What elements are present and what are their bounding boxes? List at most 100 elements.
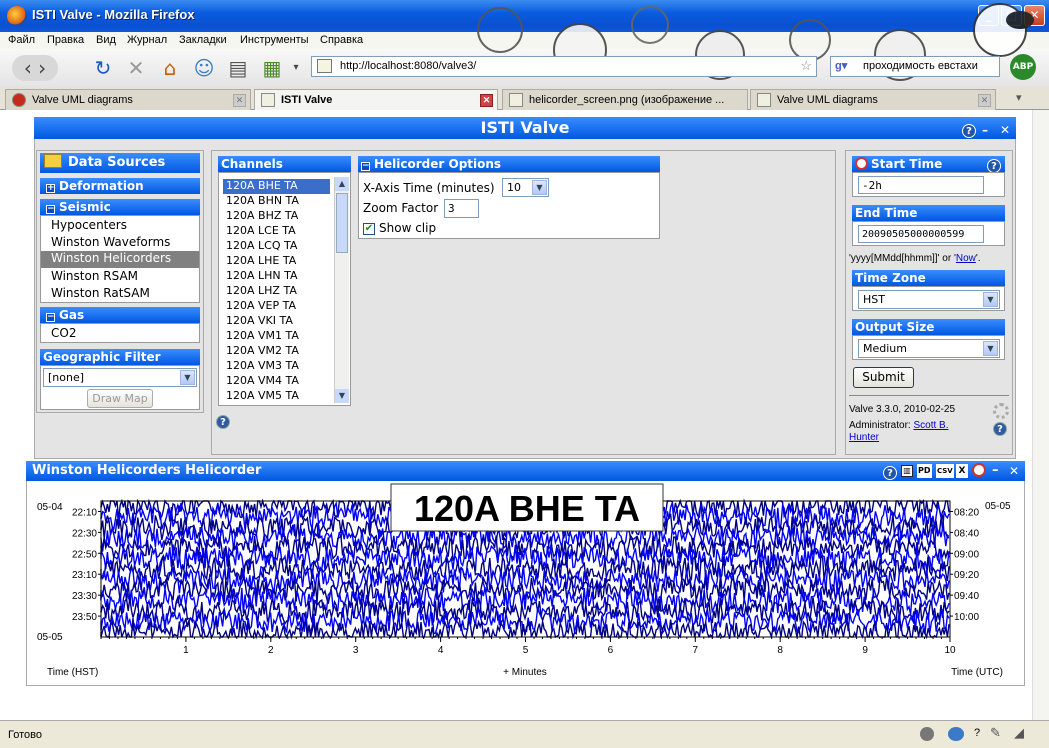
scroll-down-icon[interactable]: ▼ — [335, 389, 349, 403]
channel-item[interactable]: 120A LHZ TA — [223, 284, 297, 297]
source-winston-rsam[interactable]: Winston RSAM — [51, 269, 138, 283]
footer-help-icon[interactable]: ? — [993, 422, 1007, 436]
menu-view[interactable]: Вид — [96, 34, 116, 46]
address-bar[interactable]: http://localhost:8080/valve3/ ☆ — [311, 56, 817, 77]
map-icon[interactable]: ▦ — [259, 55, 285, 81]
channels-help-icon[interactable]: ? — [216, 415, 230, 429]
channel-item[interactable]: 120A LHE TA — [223, 254, 296, 267]
time-zone-select[interactable]: HST ▼ — [858, 290, 1000, 309]
book-icon[interactable]: ▥ — [901, 465, 913, 477]
clock-icon[interactable] — [972, 463, 986, 477]
start-time-input[interactable] — [858, 176, 984, 194]
chevron-down-icon: ▼ — [180, 370, 195, 385]
channel-item[interactable]: 120A BHZ TA — [223, 209, 298, 222]
channel-item[interactable]: 120A VM3 TA — [223, 359, 299, 372]
time-zone-value: HST — [863, 293, 885, 306]
submit-button[interactable]: Submit — [853, 367, 914, 388]
group-seismic[interactable]: − Seismic — [40, 199, 200, 215]
channel-item[interactable]: 120A VM2 TA — [223, 344, 299, 357]
valve-title: ISTI Valve — [480, 118, 570, 137]
geographic-filter-select[interactable]: [none] ▼ — [43, 368, 197, 387]
tab-close-icon[interactable]: ✕ — [233, 94, 246, 107]
tab-isti-valve[interactable]: ISTI Valve ✕ — [254, 89, 498, 111]
home-icon[interactable]: ⌂ — [157, 55, 183, 81]
help-status-icon[interactable]: ? — [974, 727, 980, 739]
source-hypocenters[interactable]: Hypocenters — [51, 218, 127, 232]
help-icon[interactable]: ? — [962, 119, 976, 141]
csv-export-icon[interactable]: CSV — [936, 464, 954, 478]
menu-history[interactable]: Журнал — [127, 34, 167, 46]
menu-bookmarks[interactable]: Закладки — [179, 34, 227, 46]
x-axis-select[interactable]: 10 ▼ — [502, 178, 549, 197]
channel-item[interactable]: 120A VEP TA — [223, 299, 296, 312]
tab-list-icon[interactable]: ▾ — [1016, 91, 1022, 104]
menu-edit[interactable]: Правка — [47, 34, 84, 46]
end-time-input[interactable] — [858, 225, 984, 243]
back-forward-button[interactable]: ‹ › — [12, 55, 58, 81]
tab-valve-uml-1[interactable]: Valve UML diagrams ✕ — [5, 89, 251, 110]
page-scrollbar[interactable] — [1032, 110, 1049, 720]
source-winston-waveforms[interactable]: Winston Waveforms — [51, 235, 170, 249]
helicorder-chart[interactable]: 1 2 3 4 5 6 7 8 9 10 22:10 08:20 22:30 08:40 22:50 09:… — [27, 481, 1024, 685]
source-winston-helicorders[interactable]: Winston Helicorders — [41, 251, 199, 268]
tab-helicorder-png[interactable]: helicorder_screen.png (изображение ... — [502, 89, 748, 110]
group-gas[interactable]: − Gas — [40, 307, 200, 323]
x-axis-label: X-Axis Time (minutes) — [363, 181, 495, 195]
x-tick-label: 9 — [862, 645, 868, 656]
addon-status-icon[interactable] — [920, 727, 934, 741]
pdf-export-icon[interactable]: PD — [917, 464, 932, 478]
tab-valve-uml-2[interactable]: Valve UML diagrams ✕ — [750, 89, 996, 110]
reload-icon[interactable]: ↻ — [90, 55, 116, 81]
minimize-icon[interactable]: – — [992, 461, 999, 481]
channel-item[interactable]: 120A BHE TA — [223, 179, 330, 194]
tools-icon[interactable]: ✎ — [990, 725, 1001, 741]
source-co2[interactable]: CO2 — [51, 326, 76, 340]
tab-close-icon[interactable]: ✕ — [978, 94, 991, 107]
adblock-icon[interactable]: ABP — [1010, 54, 1036, 80]
channel-item[interactable]: 120A VM4 TA — [223, 374, 299, 387]
close-icon[interactable]: ✕ — [1000, 119, 1010, 141]
channel-item[interactable]: 120A LHN TA — [223, 269, 298, 282]
chevron-down-icon[interactable]: ▾ — [290, 55, 302, 81]
channel-item[interactable]: 120A BHN TA — [223, 194, 299, 207]
helicorder-options-header[interactable]: − Helicorder Options — [358, 156, 660, 172]
seismic-list: Hypocenters Winston Waveforms Winston He… — [40, 215, 200, 303]
draw-map-button[interactable]: Draw Map — [87, 389, 153, 408]
group-deformation[interactable]: + Deformation — [40, 178, 200, 194]
addon-icon[interactable]: ☺ — [191, 55, 217, 81]
channels-scrollbar[interactable]: ▲ ▼ — [334, 177, 349, 403]
scroll-up-icon[interactable]: ▲ — [335, 177, 349, 191]
channel-item[interactable]: 120A VM1 TA — [223, 329, 299, 342]
left-axis-label: Time (HST) — [47, 667, 98, 678]
google-icon[interactable]: g▾ — [835, 59, 847, 72]
print-icon[interactable]: ▤ — [225, 55, 251, 81]
xml-export-icon[interactable]: X — [956, 464, 968, 478]
channel-item[interactable]: 120A LCE TA — [223, 224, 296, 237]
menu-file[interactable]: Файл — [8, 34, 35, 46]
tab-favicon — [12, 93, 26, 107]
show-clip-checkbox[interactable]: ✔ — [363, 223, 375, 235]
weather-icon[interactable] — [948, 727, 964, 741]
channels-list[interactable]: 120A BHE TA 120A BHN TA 120A BHZ TA 120A… — [218, 172, 351, 406]
tab-close-icon[interactable]: ✕ — [480, 94, 493, 107]
source-winston-ratsam[interactable]: Winston RatSAM — [51, 286, 150, 300]
channel-item[interactable]: 120A VM5 TA — [223, 389, 299, 402]
now-link[interactable]: Now — [956, 253, 976, 264]
show-clip-label: Show clip — [379, 221, 437, 235]
channel-item[interactable]: 120A LCQ TA — [223, 239, 297, 252]
bookmark-star-icon[interactable]: ☆ — [800, 58, 812, 74]
helicorder-help-icon[interactable]: ? — [883, 463, 897, 483]
minimize-icon[interactable]: – — [982, 119, 988, 141]
channel-item[interactable]: 120A VKI TA — [223, 314, 293, 327]
scroll-thumb[interactable] — [336, 193, 348, 253]
menu-help[interactable]: Справка — [320, 34, 363, 46]
stop-icon[interactable]: ✕ — [123, 55, 149, 81]
x-axis-ticks: 1 2 3 4 5 6 7 8 9 10 — [100, 637, 956, 656]
zoom-factor-input[interactable] — [444, 199, 479, 218]
search-input[interactable]: g▾ проходимость евстахи — [830, 56, 1000, 77]
close-icon[interactable]: ✕ — [1009, 461, 1019, 481]
menu-tools[interactable]: Инструменты — [240, 34, 309, 46]
start-time-help-icon[interactable]: ? — [987, 157, 1001, 173]
output-size-select[interactable]: Medium ▼ — [858, 339, 1000, 358]
resize-grip-icon[interactable]: ◢ — [1014, 725, 1024, 741]
